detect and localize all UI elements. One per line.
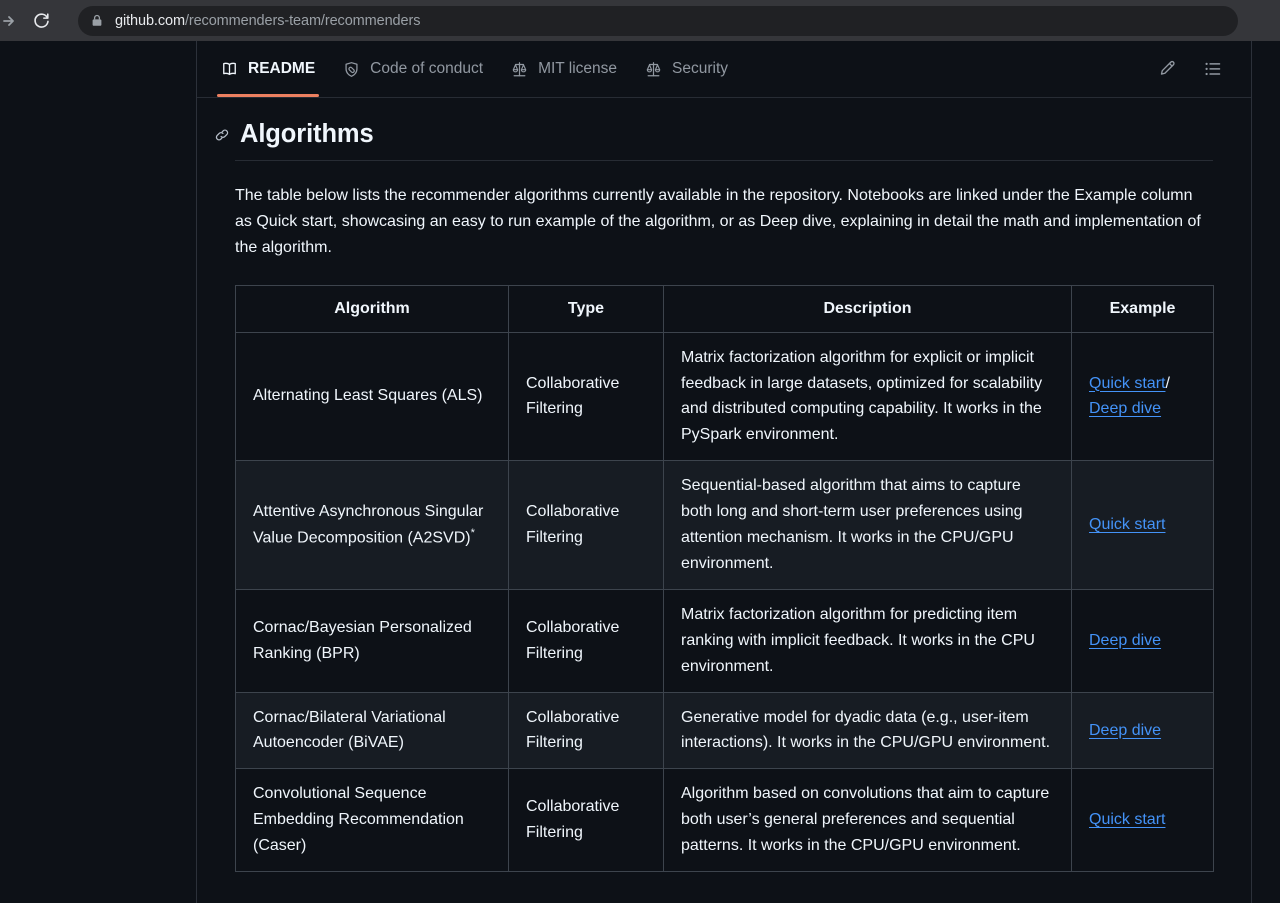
cell-description: Generative model for dyadic data (e.g., …: [663, 691, 1072, 770]
heart-shield-icon: [343, 61, 360, 78]
lock-icon: [90, 14, 104, 28]
scale-icon: [645, 61, 662, 78]
right-gutter: [1252, 41, 1280, 903]
footnote-asterisk: *: [470, 526, 475, 539]
tab-code-of-conduct-label: Code of conduct: [370, 60, 484, 77]
cell-algorithm: Cornac/Bayesian Personalized Ranking (BP…: [235, 588, 509, 693]
algorithm-name: Cornac/Bayesian Personalized Ranking (BP…: [253, 618, 472, 662]
page-body: README Code of conduct MIT license Secur…: [0, 41, 1280, 903]
scale-icon: [511, 61, 528, 78]
example-link-deep-dive[interactable]: Deep dive: [1089, 632, 1161, 649]
cell-description: Sequential-based algorithm that aims to …: [663, 460, 1072, 590]
tab-security[interactable]: Security: [631, 41, 742, 97]
example-link-deep-dive[interactable]: Deep dive: [1089, 722, 1161, 739]
tab-list: README Code of conduct MIT license Secur…: [207, 41, 1157, 97]
tab-mit-license[interactable]: MIT license: [497, 41, 631, 97]
algorithm-name: Alternating Least Squares (ALS): [253, 387, 483, 405]
address-bar-text: github.com/recommenders-team/recommender…: [115, 13, 420, 29]
book-icon: [221, 61, 238, 78]
tab-readme[interactable]: README: [207, 41, 329, 97]
intro-paragraph: The table below lists the recommender al…: [235, 187, 1201, 257]
column-header-type: Type: [508, 284, 664, 333]
forward-arrow-icon[interactable]: [2, 9, 20, 33]
column-header-example: Example: [1071, 284, 1214, 333]
address-bar[interactable]: github.com/recommenders-team/recommender…: [78, 5, 1238, 36]
cell-algorithm: Alternating Least Squares (ALS): [235, 331, 509, 462]
cell-example: Deep dive: [1071, 588, 1214, 693]
section-heading-row: Algorithms: [215, 120, 1213, 161]
table-row: Cornac/Bilateral Variational Autoencoder…: [235, 691, 1214, 770]
cell-type: Collaborative Filtering: [508, 588, 664, 693]
browser-toolbar: github.com/recommenders-team/recommender…: [0, 0, 1280, 41]
cell-description: Matrix factorization algorithm for predi…: [663, 588, 1072, 693]
edit-pencil-icon[interactable]: [1157, 59, 1177, 79]
link-anchor-icon[interactable]: [213, 126, 230, 143]
cell-example: Quick start: [1071, 460, 1214, 590]
cell-algorithm: Cornac/Bilateral Variational Autoencoder…: [235, 691, 509, 770]
algorithm-name: Attentive Asynchronous Singular Value De…: [253, 502, 484, 547]
cell-type: Collaborative Filtering: [508, 691, 664, 770]
table-body: Alternating Least Squares (ALS) Collabor…: [235, 331, 1214, 873]
cell-type: Collaborative Filtering: [508, 768, 664, 873]
example-link-quick-start[interactable]: Quick start: [1089, 811, 1165, 828]
cell-type: Collaborative Filtering: [508, 331, 664, 462]
algorithms-table: Algorithm Type Description Example Alter…: [235, 284, 1214, 873]
table-row: Convolutional Sequence Embedding Recomme…: [235, 768, 1214, 873]
cell-description: Algorithm based on convolutions that aim…: [663, 768, 1072, 873]
algorithm-name: Cornac/Bilateral Variational Autoencoder…: [253, 708, 446, 752]
cell-algorithm: Attentive Asynchronous Singular Value De…: [235, 460, 509, 590]
example-link-quick-start[interactable]: Quick start: [1089, 375, 1165, 392]
tab-mit-license-label: MIT license: [538, 60, 618, 77]
reload-icon[interactable]: [26, 6, 56, 36]
example-separator: /: [1165, 374, 1170, 392]
table-row: Cornac/Bayesian Personalized Ranking (BP…: [235, 588, 1214, 693]
tabbar-actions: [1157, 59, 1239, 79]
cell-example: Deep dive: [1071, 691, 1214, 770]
cell-example: Quick start/ Deep dive: [1071, 331, 1214, 462]
column-header-algorithm: Algorithm: [235, 284, 509, 333]
cell-algorithm: Convolutional Sequence Embedding Recomme…: [235, 768, 509, 873]
readme-panel: README Code of conduct MIT license Secur…: [196, 41, 1252, 903]
example-link-quick-start[interactable]: Quick start: [1089, 516, 1165, 533]
table-row: Alternating Least Squares (ALS) Collabor…: [235, 331, 1214, 462]
cell-example: Quick start: [1071, 768, 1214, 873]
outline-list-icon[interactable]: [1203, 59, 1223, 79]
tab-security-label: Security: [672, 60, 729, 77]
algorithm-name: Convolutional Sequence Embedding Recomme…: [253, 785, 464, 855]
url-path: /recommenders-team/recommenders: [184, 12, 421, 29]
page-title: Algorithms: [240, 120, 374, 148]
table-row: Attentive Asynchronous Singular Value De…: [235, 460, 1214, 590]
column-header-description: Description: [663, 284, 1072, 333]
table-header-row: Algorithm Type Description Example: [235, 284, 1214, 333]
table-head: Algorithm Type Description Example: [235, 284, 1214, 333]
readme-content: Algorithms The table below lists the rec…: [197, 98, 1251, 873]
repo-file-tabbar: README Code of conduct MIT license Secur…: [197, 41, 1251, 98]
left-gutter: [0, 41, 196, 903]
example-link-deep-dive[interactable]: Deep dive: [1089, 400, 1161, 417]
cell-type: Collaborative Filtering: [508, 460, 664, 590]
cell-description: Matrix factorization algorithm for expli…: [663, 331, 1072, 462]
tab-code-of-conduct[interactable]: Code of conduct: [329, 41, 497, 97]
url-host: github.com: [115, 12, 185, 29]
tab-readme-label: README: [248, 60, 316, 77]
